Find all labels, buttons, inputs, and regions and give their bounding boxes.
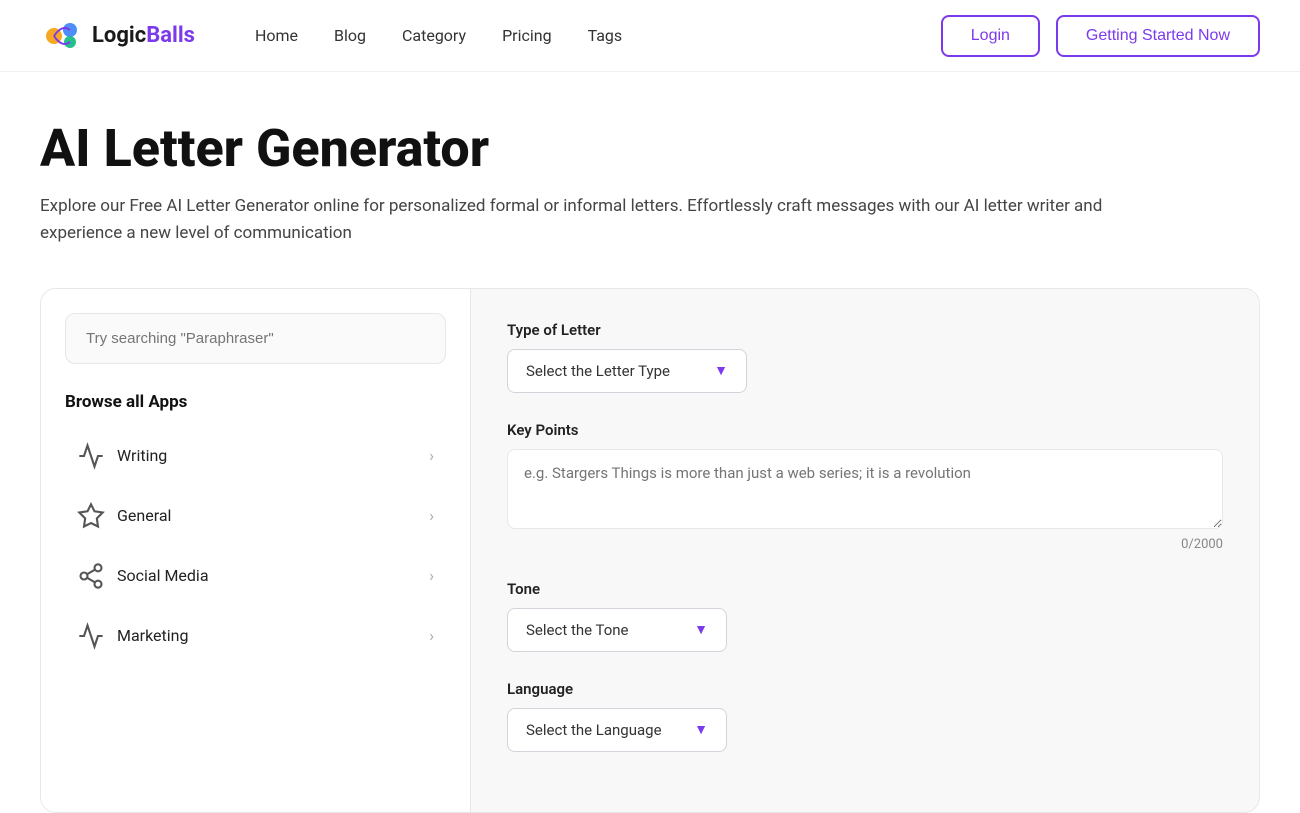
letter-type-label: Type of Letter	[507, 321, 1223, 339]
page-title: AI Letter Generator	[40, 120, 1260, 177]
browse-title: Browse all Apps	[65, 392, 446, 412]
language-arrow-icon: ▼	[694, 721, 708, 738]
language-value: Select the Language	[526, 721, 662, 739]
nav-pricing[interactable]: Pricing	[502, 26, 552, 45]
nav-category[interactable]: Category	[402, 26, 466, 45]
tone-label: Tone	[507, 580, 1223, 598]
letter-type-value: Select the Letter Type	[526, 362, 670, 380]
right-panel: Type of Letter Select the Letter Type ▼ …	[471, 289, 1259, 812]
key-points-label: Key Points	[507, 421, 1223, 439]
app-item-marketing[interactable]: Marketing ›	[65, 608, 446, 664]
navbar: LogicBalls Home Blog Category Pricing Ta…	[0, 0, 1300, 72]
app-list: Writing › General ›	[65, 428, 446, 664]
tone-value: Select the Tone	[526, 621, 629, 639]
nav-actions: Login Getting Started Now	[941, 15, 1260, 57]
social-media-icon	[77, 562, 105, 590]
left-panel: Browse all Apps Writing › General ›	[41, 289, 471, 812]
app-item-social-media[interactable]: Social Media ›	[65, 548, 446, 604]
nav-tags[interactable]: Tags	[588, 26, 623, 45]
logo-text: LogicBalls	[92, 23, 195, 48]
form-group-language: Language Select the Language ▼	[507, 680, 1223, 752]
app-label-writing: Writing	[117, 446, 429, 465]
tool-container: Browse all Apps Writing › General ›	[40, 288, 1260, 813]
char-count: 0/2000	[507, 537, 1223, 552]
nav-links: Home Blog Category Pricing Tags	[255, 26, 901, 45]
letter-type-dropdown[interactable]: Select the Letter Type ▼	[507, 349, 747, 393]
letter-type-arrow-icon: ▼	[714, 362, 728, 379]
login-button[interactable]: Login	[941, 15, 1040, 57]
language-dropdown[interactable]: Select the Language ▼	[507, 708, 727, 752]
app-label-general: General	[117, 506, 429, 525]
app-item-writing[interactable]: Writing ›	[65, 428, 446, 484]
page-description: Explore our Free AI Letter Generator onl…	[40, 193, 1140, 247]
nav-blog[interactable]: Blog	[334, 26, 366, 45]
app-label-social-media: Social Media	[117, 566, 429, 585]
key-points-textarea[interactable]	[507, 449, 1223, 529]
app-label-marketing: Marketing	[117, 626, 429, 645]
general-icon	[77, 502, 105, 530]
chevron-right-general: ›	[429, 506, 434, 525]
chevron-right-social-media: ›	[429, 566, 434, 585]
chevron-right-marketing: ›	[429, 626, 434, 645]
app-item-general[interactable]: General ›	[65, 488, 446, 544]
form-group-key-points: Key Points 0/2000	[507, 421, 1223, 552]
nav-home[interactable]: Home	[255, 26, 298, 45]
language-label: Language	[507, 680, 1223, 698]
tone-dropdown[interactable]: Select the Tone ▼	[507, 608, 727, 652]
form-group-tone: Tone Select the Tone ▼	[507, 580, 1223, 652]
main-content: AI Letter Generator Explore our Free AI …	[0, 72, 1300, 813]
writing-icon	[77, 442, 105, 470]
form-group-letter-type: Type of Letter Select the Letter Type ▼	[507, 321, 1223, 393]
logo[interactable]: LogicBalls	[40, 14, 195, 58]
search-input[interactable]	[65, 313, 446, 364]
get-started-button[interactable]: Getting Started Now	[1056, 15, 1260, 57]
marketing-icon	[77, 622, 105, 650]
chevron-right-writing: ›	[429, 446, 434, 465]
logo-icon	[40, 14, 84, 58]
tone-arrow-icon: ▼	[694, 621, 708, 638]
